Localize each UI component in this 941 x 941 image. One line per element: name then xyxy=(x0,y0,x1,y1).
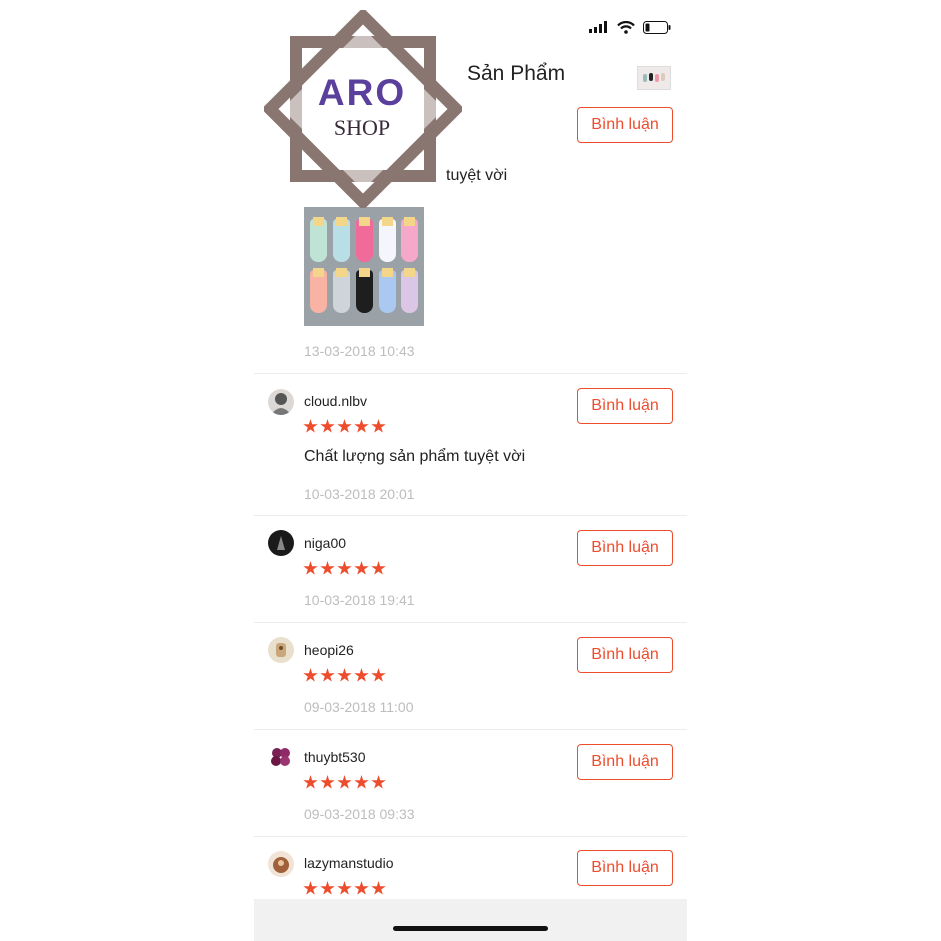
star-icon xyxy=(371,881,386,895)
product-thumbnail[interactable] xyxy=(637,66,671,90)
review-username[interactable]: lazymanstudio xyxy=(304,855,394,871)
star-icon xyxy=(303,561,318,575)
comment-button[interactable]: Bình luận xyxy=(577,637,673,673)
review-date: 10-03-2018 19:41 xyxy=(304,592,415,608)
wifi-icon xyxy=(617,20,635,34)
star-icon xyxy=(337,419,352,433)
rating-stars xyxy=(303,668,386,683)
rating-stars xyxy=(303,419,386,434)
star-icon xyxy=(337,775,352,789)
star-icon xyxy=(320,775,335,789)
bottom-bar xyxy=(254,899,687,941)
star-icon xyxy=(337,668,352,682)
status-bar xyxy=(589,14,671,40)
star-icon xyxy=(354,775,369,789)
avatar[interactable] xyxy=(268,530,294,556)
star-icon xyxy=(303,775,318,789)
star-icon xyxy=(320,419,335,433)
logo-text-shop: SHOP xyxy=(333,115,391,140)
review-item: heopi26 Bình luận 09-03-2018 11:00 xyxy=(254,623,687,730)
rating-stars xyxy=(303,561,386,576)
star-icon xyxy=(337,881,352,895)
avatar[interactable] xyxy=(268,389,294,415)
review-date: 09-03-2018 09:33 xyxy=(304,806,415,822)
review-username[interactable]: niga00 xyxy=(304,535,346,551)
review-comment: Chất lượng sản phẩm tuyệt vời xyxy=(304,448,526,465)
comment-button[interactable]: Bình luận xyxy=(577,388,673,424)
rating-stars xyxy=(303,775,386,790)
review-username[interactable]: heopi26 xyxy=(304,642,354,658)
rating-stars xyxy=(303,881,386,896)
review-item: cloud.nlbv Bình luận Chất lượng sản phẩm… xyxy=(254,374,687,516)
star-icon xyxy=(320,881,335,895)
battery-icon xyxy=(643,20,671,34)
comment-button[interactable]: Bình luận xyxy=(577,107,673,143)
avatar[interactable] xyxy=(268,744,294,770)
avatar[interactable] xyxy=(268,637,294,663)
star-icon xyxy=(354,419,369,433)
star-icon xyxy=(354,668,369,682)
avatar[interactable] xyxy=(268,851,294,877)
review-date: 10-03-2018 20:01 xyxy=(304,486,415,502)
star-icon xyxy=(303,419,318,433)
comment-button[interactable]: Bình luận xyxy=(577,530,673,566)
review-photo[interactable] xyxy=(304,207,424,326)
home-indicator[interactable] xyxy=(393,926,548,931)
star-icon xyxy=(371,419,386,433)
review-username[interactable]: cloud.nlbv xyxy=(304,393,367,409)
star-icon xyxy=(303,881,318,895)
star-icon xyxy=(320,561,335,575)
review-item: thuybt530 Bình luận 09-03-2018 09:33 xyxy=(254,730,687,837)
star-icon xyxy=(371,668,386,682)
review-item: niga00 Bình luận 10-03-2018 19:41 xyxy=(254,516,687,623)
star-icon xyxy=(371,561,386,575)
star-icon xyxy=(354,561,369,575)
star-icon xyxy=(320,668,335,682)
star-icon xyxy=(303,668,318,682)
review-date: 09-03-2018 11:00 xyxy=(304,699,414,715)
signal-icon xyxy=(589,21,607,33)
review-date: 13-03-2018 10:43 xyxy=(304,343,415,359)
star-icon xyxy=(371,775,386,789)
logo-text-aro: ARO xyxy=(317,72,407,113)
review-username[interactable]: thuybt530 xyxy=(304,749,366,765)
comment-button[interactable]: Bình luận xyxy=(577,744,673,780)
comment-button[interactable]: Bình luận xyxy=(577,850,673,886)
review-item: lazymanstudio Bình luận xyxy=(254,837,687,907)
star-icon xyxy=(354,881,369,895)
page-title: Sản Phẩm xyxy=(467,62,566,85)
star-icon xyxy=(337,561,352,575)
